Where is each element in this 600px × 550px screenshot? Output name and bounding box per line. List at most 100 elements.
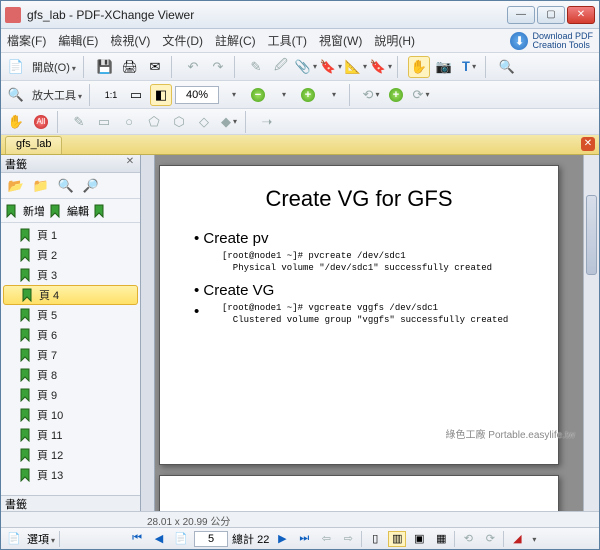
bm-zoom-out-icon[interactable]: 🔎 <box>80 175 102 197</box>
bm-collapse-icon[interactable]: 📁 <box>30 175 52 197</box>
layout-cont-icon[interactable]: ▥ <box>388 531 406 547</box>
zoom-in-button[interactable] <box>297 84 319 106</box>
page-number-input[interactable] <box>194 531 228 547</box>
next-page-button[interactable]: ▶ <box>273 531 291 547</box>
menu-edit[interactable]: 編輯(E) <box>58 32 98 49</box>
bookmark-icon <box>19 468 33 482</box>
undo-icon[interactable]: ↶ <box>182 56 204 78</box>
open-button[interactable]: 開啟(O) <box>30 59 78 75</box>
last-page-button[interactable]: ⏭ <box>295 531 313 547</box>
tool-icon-2[interactable]: 🖉 <box>270 56 292 78</box>
menu-window[interactable]: 視窗(W) <box>319 32 362 49</box>
email-icon[interactable]: ✉ <box>144 56 166 78</box>
options-icon[interactable]: 📄 <box>5 531 23 547</box>
bookmarks-title-text: 書籤 <box>5 156 27 171</box>
zoom-reset-button[interactable] <box>385 84 407 106</box>
menu-help[interactable]: 說明(H) <box>374 32 415 49</box>
annot-icon-6[interactable]: ◇ <box>193 111 215 133</box>
annot-icon-1[interactable]: ✎ <box>68 111 90 133</box>
nav-fwd-icon[interactable]: ⇨ <box>339 531 357 547</box>
rotate-cw-icon[interactable]: ⟳ <box>481 531 499 547</box>
layout-facing-icon[interactable]: ▣ <box>410 531 428 547</box>
zoom-input[interactable] <box>175 86 219 104</box>
download-pdf-tools-button[interactable]: ⬇ Download PDF Creation Tools <box>510 32 593 50</box>
adobe-dropdown[interactable] <box>530 533 536 545</box>
rotate-ccw-icon[interactable]: ⟲ <box>459 531 477 547</box>
bookmark-item[interactable]: 頁 4 <box>3 285 138 305</box>
menu-document[interactable]: 文件(D) <box>162 32 203 49</box>
close-button[interactable]: ✕ <box>567 6 595 24</box>
adobe-icon[interactable]: ◢ <box>508 531 526 547</box>
menu-file[interactable]: 檔案(F) <box>7 32 46 49</box>
rotate-left-icon[interactable]: ⟲ <box>360 84 382 106</box>
bm-misc-icon[interactable] <box>93 204 107 218</box>
bm-edit-button[interactable]: 編輯 <box>67 203 89 219</box>
select-tool-icon[interactable]: 𝐓 <box>458 56 480 78</box>
print-icon[interactable]: 🖨 <box>119 56 141 78</box>
tool-icon-5[interactable]: 📐 <box>345 56 367 78</box>
bookmark-item[interactable]: 頁 7 <box>1 345 140 365</box>
vertical-scrollbar[interactable] <box>583 155 599 511</box>
bookmark-item[interactable]: 頁 9 <box>1 385 140 405</box>
zoom-out-dropdown[interactable] <box>272 84 294 106</box>
save-icon[interactable]: 💾 <box>94 56 116 78</box>
zoom-in-dropdown[interactable] <box>322 84 344 106</box>
minimize-button[interactable]: — <box>507 6 535 24</box>
fit-page-icon[interactable]: ▭ <box>125 84 147 106</box>
maximize-button[interactable]: ▢ <box>537 6 565 24</box>
menu-annotation[interactable]: 註解(C) <box>215 32 256 49</box>
all-annot-icon[interactable]: All <box>30 111 52 133</box>
menu-view[interactable]: 檢視(V) <box>110 32 150 49</box>
scrollbar-thumb[interactable] <box>586 195 597 275</box>
layout-single-icon[interactable]: ▯ <box>366 531 384 547</box>
annot-icon-7[interactable]: ◆ <box>218 111 240 133</box>
annot-icon-5[interactable]: ⬡ <box>168 111 190 133</box>
document-tab[interactable]: gfs_lab <box>5 136 62 154</box>
annot-icon-3[interactable]: ○ <box>118 111 140 133</box>
fit-actual-icon[interactable]: 1:1 <box>100 84 122 106</box>
bookmark-item[interactable]: 頁 6 <box>1 325 140 345</box>
first-page-button[interactable]: ⏮ <box>128 531 146 547</box>
layout-cont-facing-icon[interactable]: ▦ <box>432 531 450 547</box>
bookmark-icon <box>19 448 33 462</box>
bookmark-list[interactable]: 頁 1頁 2頁 3頁 4頁 5頁 6頁 7頁 8頁 9頁 10頁 11頁 12頁… <box>1 223 140 495</box>
prev-page-button[interactable]: ◀ <box>150 531 168 547</box>
annot-icon-8[interactable]: ➝ <box>256 111 278 133</box>
tool-icon-3[interactable]: 📎 <box>295 56 317 78</box>
zoom-tool-icon[interactable]: 🔍 <box>5 84 27 106</box>
bookmark-item[interactable]: 頁 8 <box>1 365 140 385</box>
bookmark-item[interactable]: 頁 11 <box>1 425 140 445</box>
tool-icon-1[interactable]: ✎ <box>245 56 267 78</box>
zoom-tool-button[interactable]: 放大工具 <box>30 87 84 103</box>
fit-width-icon[interactable]: ◧ <box>150 84 172 106</box>
zoom-out-button[interactable] <box>247 84 269 106</box>
snapshot-icon[interactable]: 📷 <box>433 56 455 78</box>
annot-icon-4[interactable]: ⬠ <box>143 111 165 133</box>
tool-icon-4[interactable]: 🔖 <box>320 56 342 78</box>
bookmark-item[interactable]: 頁 3 <box>1 265 140 285</box>
bookmark-item[interactable]: 頁 10 <box>1 405 140 425</box>
bookmark-item[interactable]: 頁 1 <box>1 225 140 245</box>
annot-icon-2[interactable]: ▭ <box>93 111 115 133</box>
find-icon[interactable]: 🔍 <box>496 56 518 78</box>
document-view[interactable]: Create VG for GFS • Create pv [root@node… <box>141 155 599 511</box>
zoom-dropdown[interactable] <box>222 84 244 106</box>
bookmark-item[interactable]: 頁 13 <box>1 465 140 485</box>
menu-tools[interactable]: 工具(T) <box>268 32 307 49</box>
bookmark-item[interactable]: 頁 12 <box>1 445 140 465</box>
bookmarks-close-button[interactable]: ✕ <box>124 156 136 168</box>
stamp-icon[interactable]: 🔖 <box>370 56 392 78</box>
bookmark-item[interactable]: 頁 2 <box>1 245 140 265</box>
new-doc-icon[interactable]: 📄 <box>5 56 27 78</box>
hand-icon[interactable]: ✋ <box>5 111 27 133</box>
redo-icon[interactable]: ↷ <box>207 56 229 78</box>
bm-expand-icon[interactable]: 📂 <box>5 175 27 197</box>
tab-close-button[interactable]: ✕ <box>581 137 595 151</box>
bookmark-item[interactable]: 頁 5 <box>1 305 140 325</box>
nav-back-icon[interactable]: ⇦ <box>317 531 335 547</box>
options-button[interactable]: 選項 <box>27 531 55 547</box>
hand-tool-icon[interactable]: ✋ <box>408 56 430 78</box>
bm-zoom-in-icon[interactable]: 🔍 <box>55 175 77 197</box>
bm-new-button[interactable]: 新增 <box>23 203 45 219</box>
rotate-right-icon[interactable]: ⟳ <box>410 84 432 106</box>
